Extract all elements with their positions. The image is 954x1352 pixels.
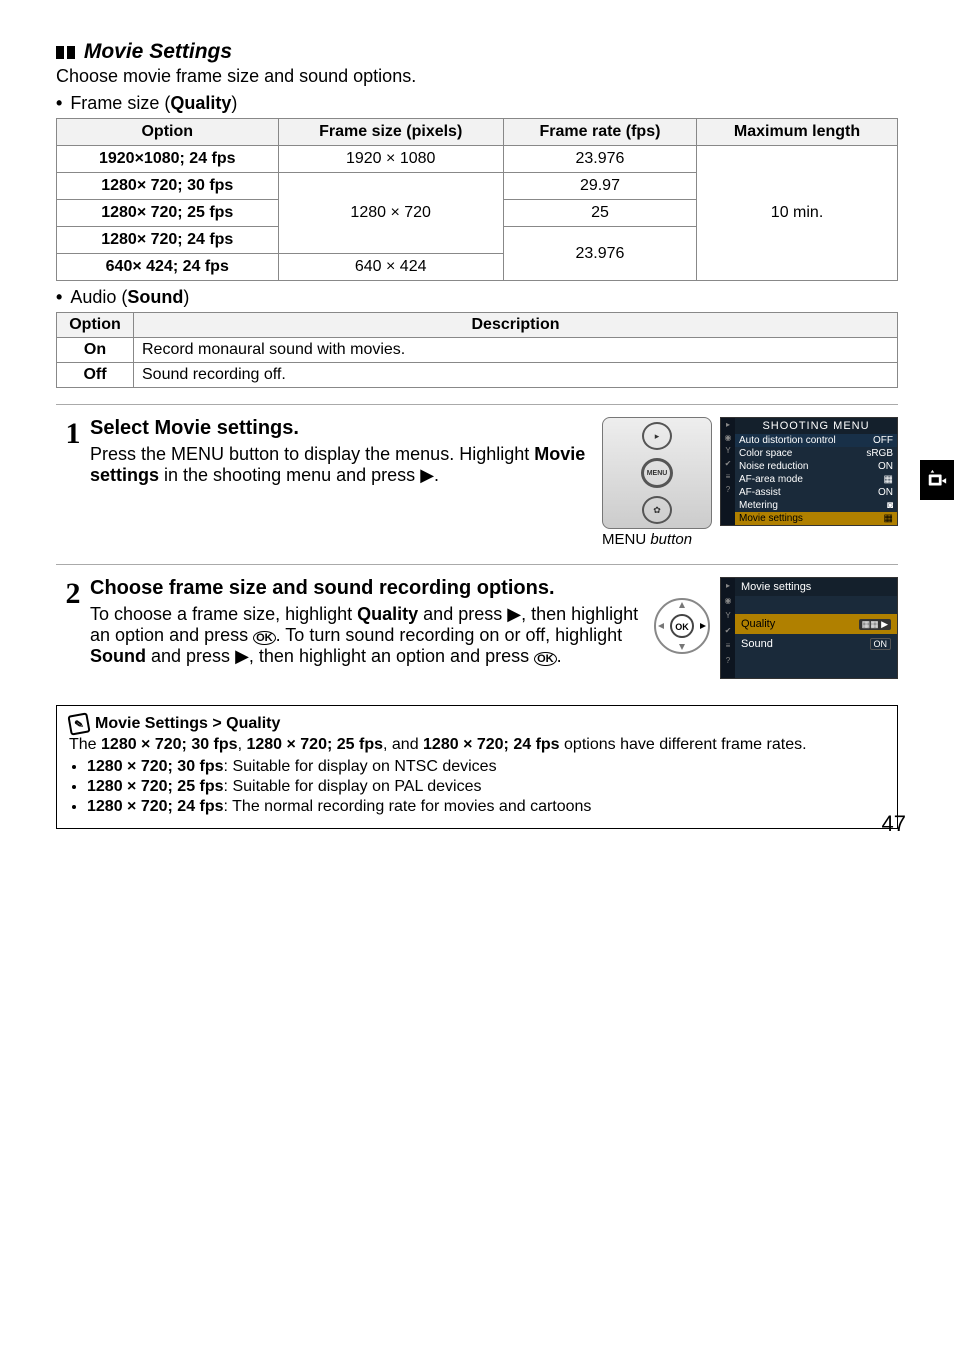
step-2-body: To choose a frame size, highlight Qualit… — [90, 604, 642, 667]
camera-back-illustration: ▸ MENU ✿ — [602, 417, 712, 529]
movie-settings-screenshot: ▸◉Y✔≡? Movie settings Quality▦▦ ▶ SoundO… — [720, 577, 898, 679]
note-li-3: 1280 × 720; 24 fps: The normal recording… — [87, 798, 885, 816]
th-rate: Frame rate (fps) — [503, 119, 696, 146]
section-title-text: Movie Settings — [84, 40, 232, 64]
frame-size-table: Option Frame size (pixels) Frame rate (f… — [56, 118, 898, 281]
th-audio-option: Option — [57, 313, 134, 338]
step-2: 2 Choose frame size and sound recording … — [56, 565, 898, 695]
submenu-sound: SoundON — [735, 634, 897, 654]
table-row: 640× 424; 24 fps — [57, 254, 279, 281]
table-row: Off — [57, 363, 134, 388]
audio-table: Option Description On Record monaural so… — [56, 312, 898, 388]
table-row: On — [57, 338, 134, 363]
page-number: 47 — [882, 811, 906, 837]
menu-header: SHOOTING MENU — [735, 418, 897, 434]
submenu-quality: Quality▦▦ ▶ — [735, 614, 897, 634]
note-title: ✎ Movie Settings > Quality — [69, 714, 885, 734]
table-row: 1280× 720; 25 fps — [57, 200, 279, 227]
shooting-menu-screenshot: ▸◉Y✔≡? SHOOTING MENU Auto distortion con… — [720, 417, 898, 526]
th-size: Frame size (pixels) — [278, 119, 503, 146]
step-number: 1 — [56, 417, 90, 548]
note-box: ✎ Movie Settings > Quality The 1280 × 72… — [56, 705, 898, 829]
note-icon: ✎ — [67, 712, 90, 735]
step-1: 1 Select Movie settings. Press the MENU … — [56, 405, 898, 565]
th-max: Maximum length — [697, 119, 898, 146]
svg-text:OK: OK — [675, 622, 689, 632]
note-intro: The 1280 × 720; 30 fps, 1280 × 720; 25 f… — [69, 736, 885, 754]
menu-button-caption: MENU button — [602, 531, 712, 548]
th-audio-desc: Description — [134, 313, 898, 338]
table-row: 1280× 720; 24 fps — [57, 227, 279, 254]
side-tab-icon — [920, 460, 954, 500]
step-number: 2 — [56, 577, 90, 679]
menu-item-movie-settings: Movie settings▦ — [735, 512, 897, 525]
section-intro: Choose movie frame size and sound option… — [56, 66, 898, 87]
note-li-1: 1280 × 720; 30 fps: Suitable for display… — [87, 758, 885, 776]
table-row: 1920×1080; 24 fps — [57, 146, 279, 173]
frame-bullet: • Frame size (Quality) — [56, 93, 898, 114]
submenu-header: Movie settings — [735, 578, 897, 596]
subsection-title: Movie Settings — [56, 40, 898, 64]
step-1-title: Select Movie settings. — [90, 417, 592, 440]
th-option: Option — [57, 119, 279, 146]
note-li-2: 1280 × 720; 25 fps: Suitable for display… — [87, 778, 885, 796]
table-row: 1280× 720; 30 fps — [57, 173, 279, 200]
ok-multi-selector-icon: OK — [652, 596, 712, 661]
step-1-body: Press the MENU button to display the men… — [90, 444, 592, 486]
step-2-title: Choose frame size and sound recording op… — [90, 577, 642, 600]
max-length-cell: 10 min. — [697, 146, 898, 281]
audio-bullet: • Audio (Sound) — [56, 287, 898, 308]
